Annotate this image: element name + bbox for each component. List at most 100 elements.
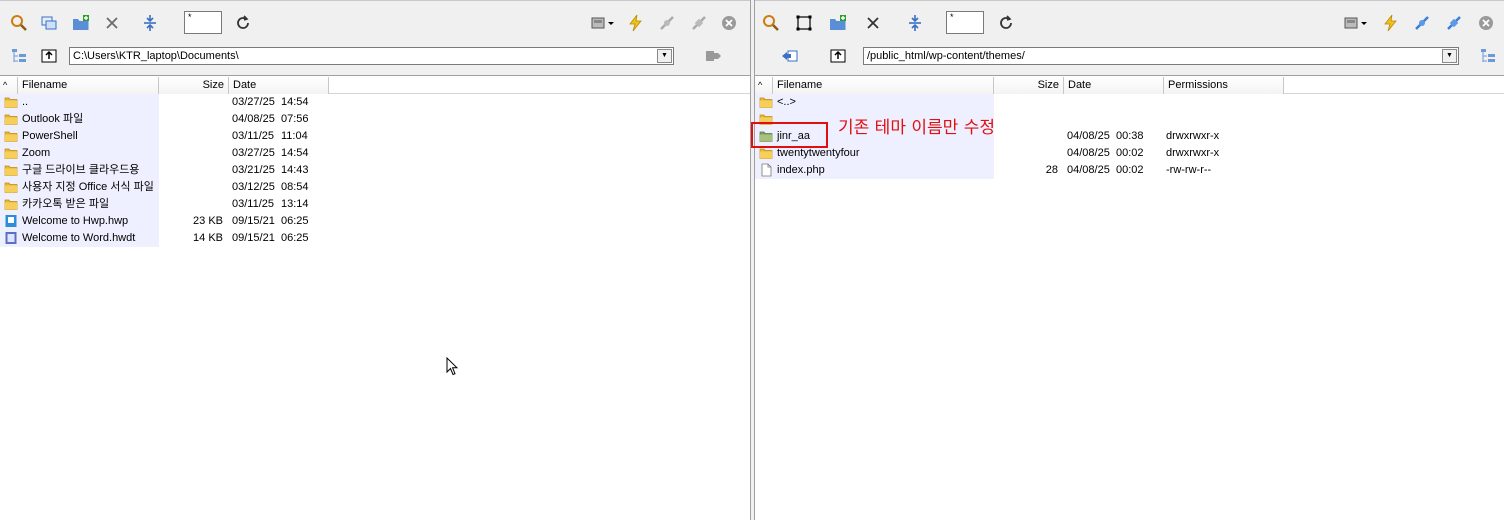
file-row[interactable]: index.php 28 04/08/25 00:02 -rw-rw-r-- <box>755 162 1504 179</box>
drive-menu-icon[interactable] <box>1341 12 1371 34</box>
select-icon[interactable] <box>793 12 815 34</box>
file-size <box>159 196 223 213</box>
file-size <box>159 94 223 111</box>
file-time: 13:14 <box>281 198 309 210</box>
file-size <box>994 128 1058 145</box>
file-size <box>159 128 223 145</box>
tree-view-icon[interactable] <box>1477 45 1499 67</box>
remote-path-field[interactable]: /public_html/wp-content/themes/ ▼ <box>863 47 1459 65</box>
col-size[interactable]: Size <box>994 77 1064 94</box>
file-row[interactable]: PowerShell 03/11/25 11:04 <box>0 128 750 145</box>
lightning-icon[interactable] <box>1379 12 1401 34</box>
file-time <box>1116 94 1150 111</box>
file-name: Welcome to Hwp.hwp <box>22 215 129 227</box>
file-time: 08:54 <box>281 181 309 193</box>
file-size <box>159 179 223 196</box>
close-icon[interactable] <box>718 12 740 34</box>
mouse-cursor-icon <box>446 357 458 376</box>
local-list-header: ^ Filename Size Date <box>0 77 750 94</box>
transfer-icon[interactable] <box>702 45 724 67</box>
file-time: 14:54 <box>281 96 309 108</box>
search-icon[interactable] <box>8 12 30 34</box>
file-date: 03/11/25 <box>232 198 275 210</box>
chevron-down-icon[interactable]: ▼ <box>1442 49 1457 63</box>
chevron-down-icon[interactable]: ▼ <box>657 49 672 63</box>
file-size <box>994 145 1058 162</box>
col-permissions[interactable]: Permissions <box>1164 77 1284 94</box>
file-row[interactable]: .. 03/27/25 14:54 <box>0 94 750 111</box>
file-row[interactable]: Zoom 03/27/25 14:54 <box>0 145 750 162</box>
col-date[interactable]: Date <box>229 77 329 94</box>
connect-icon[interactable] <box>1411 12 1433 34</box>
file-row[interactable]: Outlook 파일 04/08/25 07:56 <box>0 111 750 128</box>
file-date: 09/15/21 <box>232 215 275 227</box>
file-row[interactable]: 사용자 지정 Office 서식 파일 03/12/25 08:54 <box>0 179 750 196</box>
refresh-icon[interactable] <box>232 12 254 34</box>
drive-menu-icon[interactable] <box>588 12 618 34</box>
delete-icon[interactable] <box>862 12 884 34</box>
col-filename[interactable]: Filename <box>18 77 159 94</box>
file-name: 구글 드라이브 클라우드용 <box>22 164 140 176</box>
file-name: Outlook 파일 <box>22 113 84 125</box>
search-icon[interactable] <box>760 12 782 34</box>
file-time <box>1116 111 1150 128</box>
file-date <box>1067 111 1115 128</box>
back-icon[interactable] <box>779 45 801 67</box>
col-filename[interactable]: Filename <box>773 77 994 94</box>
annotation-text: 기존 테마 이름만 수정 <box>838 118 995 138</box>
file-name: Zoom <box>22 147 51 159</box>
file-row[interactable]: twentytwentyfour 04/08/25 00:02 drwxrwxr-x <box>755 145 1504 162</box>
folder-icon <box>759 146 773 160</box>
file-perm: -rw-rw-r-- <box>1166 164 1212 176</box>
folder-icon <box>4 197 18 211</box>
sort-arrow[interactable]: ^ <box>0 77 18 94</box>
file-date: 03/27/25 <box>232 96 275 108</box>
annotation-highlight-box <box>751 122 828 148</box>
new-folder-icon[interactable] <box>827 12 849 34</box>
compare-icon[interactable] <box>139 12 161 34</box>
local-pane: * C:\Users\KTR_laptop\Documents\ ▼ ^ Fil… <box>0 0 750 520</box>
file-size: 14 KB <box>193 232 223 244</box>
file-time: 14:54 <box>281 147 309 159</box>
tree-view-icon[interactable] <box>8 45 30 67</box>
file-time: 00:38 <box>1116 130 1144 142</box>
file-row[interactable]: Welcome to Word.hwdt 14 KB 09/15/21 06:25 <box>0 230 750 247</box>
remote-toolbar: * /public_html/wp-content/themes/ ▼ <box>755 0 1504 76</box>
connect-icon <box>656 12 678 34</box>
copy-window-icon[interactable] <box>38 12 60 34</box>
file-row[interactable]: Welcome to Hwp.hwp 23 KB 09/15/21 06:25 <box>0 213 750 230</box>
folder-icon <box>759 95 773 109</box>
file-time: 06:25 <box>281 215 309 227</box>
file-date: 03/11/25 <box>232 130 275 142</box>
file-date: 03/21/25 <box>232 164 275 176</box>
file-name: PowerShell <box>22 130 78 142</box>
col-date[interactable]: Date <box>1064 77 1164 94</box>
close-icon[interactable] <box>1475 12 1497 34</box>
col-size[interactable]: Size <box>159 77 229 94</box>
filter-input[interactable]: * <box>946 11 984 34</box>
file-time: 14:43 <box>281 164 309 176</box>
file-name: Welcome to Word.hwdt <box>22 232 136 244</box>
file-size: 28 <box>1045 164 1058 176</box>
refresh-icon[interactable] <box>995 12 1017 34</box>
filter-input[interactable]: * <box>184 11 222 34</box>
disconnect-icon[interactable] <box>1443 12 1465 34</box>
folder-icon <box>4 146 18 160</box>
sort-arrow[interactable]: ^ <box>755 77 773 94</box>
file-row[interactable]: 구글 드라이브 클라우드용 03/21/25 14:43 <box>0 162 750 179</box>
file-time: 00:02 <box>1116 164 1144 176</box>
compare-icon[interactable] <box>904 12 926 34</box>
remote-path-text: /public_html/wp-content/themes/ <box>867 50 1025 62</box>
file-row[interactable]: <..> <box>755 94 1504 111</box>
local-path-field[interactable]: C:\Users\KTR_laptop\Documents\ ▼ <box>69 47 674 65</box>
file-perm <box>1166 111 1276 128</box>
file-perm: drwxrwxr-x <box>1166 147 1220 159</box>
delete-icon[interactable] <box>101 12 123 34</box>
parent-folder-icon[interactable] <box>827 45 849 67</box>
file-size <box>994 111 1058 128</box>
new-folder-icon[interactable] <box>70 12 92 34</box>
file-row[interactable]: 카카오톡 받은 파일 03/11/25 13:14 <box>0 196 750 213</box>
lightning-icon[interactable] <box>624 12 646 34</box>
folder-icon <box>4 163 18 177</box>
parent-folder-icon[interactable] <box>38 45 60 67</box>
